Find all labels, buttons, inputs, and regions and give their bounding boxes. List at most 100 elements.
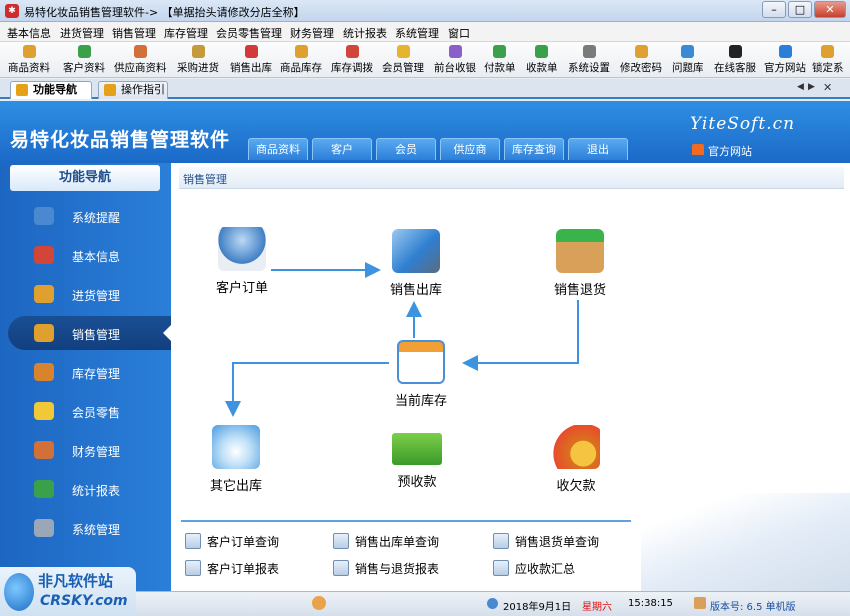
toolbar-button-supplier[interactable]: 供应商资料 [114, 43, 167, 77]
toolbar-button-settings[interactable]: 系统设置 [568, 43, 610, 77]
toolbar-button-customer[interactable]: 客户资料 [63, 43, 105, 77]
tab-scroll-left-icon[interactable]: ◀ [797, 82, 804, 92]
tab-function-nav[interactable]: 功能导航 [10, 81, 92, 99]
node-advance-receipt[interactable]: 预收款 [372, 427, 462, 490]
sidebar-item-reports[interactable]: 统计报表 [8, 472, 171, 506]
node-customer-order[interactable]: 客户订单 [197, 227, 287, 296]
status-version: 版本号: 6.5 单机版 [710, 602, 796, 613]
customer-icon [77, 45, 91, 58]
toolbar-button-receipt[interactable]: 收款单 [526, 43, 558, 77]
query-icon [333, 533, 349, 549]
system-icon [34, 519, 54, 537]
toolbar-button-label: 前台收银 [434, 62, 476, 74]
toolbar-button-label: 采购进货 [177, 62, 219, 74]
banner-tab-exit[interactable]: 退出 [568, 138, 628, 160]
link-receivables-summary[interactable]: 应收款汇总 [493, 560, 575, 577]
settings-icon [582, 45, 596, 58]
node-collect-debt[interactable]: 收欠款 [531, 425, 621, 494]
query-icon [493, 533, 509, 549]
toolbar-button-support[interactable]: 在线客服 [714, 43, 756, 77]
maximize-button[interactable]: □ [788, 1, 812, 18]
app-icon[interactable]: ✱ [5, 4, 19, 18]
toolbar-button-label: 付款单 [484, 62, 516, 74]
menu-item-member-retail[interactable]: 会员零售管理 [216, 25, 282, 41]
member-icon [396, 45, 410, 58]
sidebar-item-inventory[interactable]: 库存管理 [8, 355, 171, 389]
link-label: 客户订单报表 [207, 562, 280, 576]
banner-title: 易特化妆品销售管理软件 [10, 129, 231, 151]
sidebar-item-system-reminder[interactable]: 系统提醒 [8, 199, 171, 233]
toolbar-button-browser[interactable]: 官方网站 [764, 43, 806, 77]
tab-operation-guide[interactable]: 操作指引 [98, 81, 168, 99]
toolbar-button-label: 商品资料 [8, 62, 50, 74]
report-icon [185, 560, 201, 576]
globe-icon [487, 598, 498, 609]
node-other-out[interactable]: 其它出库 [191, 425, 281, 494]
node-sales-return[interactable]: 销售退货 [535, 229, 625, 298]
supplier-icon [133, 45, 147, 58]
main-content: 销售管理 客户订单 销售出库 销售退货 当前库存 其它出库 预收款 收欠款 客户… [171, 163, 850, 591]
window-title: 易特化妆品销售管理软件-> 【单据抬头请修改分店全称】 [24, 6, 305, 19]
banner-tab-stock-query[interactable]: 库存查询 [504, 138, 564, 160]
watermark-en: CRSKY.com [40, 593, 128, 609]
toolbar-button-label: 修改密码 [620, 62, 662, 74]
minimize-button[interactable]: – [762, 1, 786, 18]
tab-close-icon[interactable]: ✕ [823, 81, 832, 94]
coins-icon [552, 425, 600, 469]
banner-tab-customer[interactable]: 客户 [312, 138, 372, 160]
toolbar-button-faq[interactable]: 问题库 [672, 43, 704, 77]
query-icon [185, 533, 201, 549]
toolbar-button-transfer[interactable]: 库存调拨 [331, 43, 373, 77]
toolbar-button-cashier[interactable]: 前台收银 [434, 43, 476, 77]
toolbar: 商品资料 客户资料 供应商资料 采购进货 销售出库 商品库存 库存调拨 会员管理 前台收银 付款单… [0, 42, 850, 78]
menu-item-inventory[interactable]: 库存管理 [164, 25, 208, 41]
official-site-label: 官方网站 [708, 145, 752, 158]
tab-scroll-right-icon[interactable]: ▶ [808, 82, 815, 92]
banner-tab-member[interactable]: 会员 [376, 138, 436, 160]
toolbar-button-label: 锁定系 [812, 62, 844, 74]
sidebar-item-purchase[interactable]: 进货管理 [8, 277, 171, 311]
node-sales-out[interactable]: 销售出库 [371, 229, 461, 298]
close-button[interactable]: ✕ [814, 1, 846, 18]
sidebar-item-finance[interactable]: 财务管理 [8, 433, 171, 467]
return-box-icon [556, 229, 604, 273]
menu-item-finance[interactable]: 财务管理 [290, 25, 334, 41]
sidebar-item-label: 销售管理 [72, 328, 121, 342]
menu-bar: 基本信息 进货管理 销售管理 库存管理 会员零售管理 财务管理 统计报表 系统管… [0, 22, 850, 42]
toolbar-button-member[interactable]: 会员管理 [382, 43, 424, 77]
menu-item-system[interactable]: 系统管理 [395, 25, 439, 41]
menu-item-window[interactable]: 窗口 [448, 25, 470, 41]
link-customer-order-report[interactable]: 客户订单报表 [185, 560, 279, 577]
nav-tab-icon [16, 84, 28, 96]
toolbar-button-inventory[interactable]: 商品库存 [280, 43, 322, 77]
node-current-stock[interactable]: 当前库存 [376, 340, 466, 409]
reports-icon [34, 480, 54, 498]
toolbar-button-lock[interactable]: 锁定系 [812, 43, 844, 77]
menu-item-sales[interactable]: 销售管理 [112, 25, 156, 41]
link-customer-order-query[interactable]: 客户订单查询 [185, 533, 279, 550]
menu-item-purchase[interactable]: 进货管理 [60, 25, 104, 41]
banner-tab-supplier[interactable]: 供应商 [440, 138, 500, 160]
brand-logo: YiteSoft.cn [690, 114, 796, 134]
toolbar-button-password[interactable]: 修改密码 [620, 43, 662, 77]
link-sales-out-query[interactable]: 销售出库单查询 [333, 533, 439, 550]
sidebar-item-sales[interactable]: 销售管理 [8, 316, 171, 350]
link-sales-return-query[interactable]: 销售退货单查询 [493, 533, 599, 550]
link-label: 销售出库单查询 [355, 535, 440, 549]
toolbar-button-sales-out[interactable]: 销售出库 [230, 43, 272, 77]
toolbar-button-label: 会员管理 [382, 62, 424, 74]
link-sales-return-report[interactable]: 销售与退货报表 [333, 560, 439, 577]
watermark-cn: 非凡软件站 [38, 572, 114, 590]
toolbar-button-purchase[interactable]: 采购进货 [177, 43, 219, 77]
menu-item-basic-info[interactable]: 基本信息 [7, 25, 51, 41]
toolbar-button-goods[interactable]: 商品资料 [8, 43, 50, 77]
toolbar-button-payment[interactable]: 付款单 [484, 43, 516, 77]
menu-item-reports[interactable]: 统计报表 [343, 25, 387, 41]
sidebar-item-member-retail[interactable]: 会员零售 [8, 394, 171, 428]
banner-tab-goods[interactable]: 商品资料 [248, 138, 308, 160]
node-label: 客户订单 [215, 281, 268, 296]
official-site-link[interactable]: 官方网站 [692, 143, 752, 159]
sidebar-item-system[interactable]: 系统管理 [8, 511, 171, 545]
sidebar-item-basic-info[interactable]: 基本信息 [8, 238, 171, 272]
link-label: 销售退货单查询 [515, 535, 600, 549]
